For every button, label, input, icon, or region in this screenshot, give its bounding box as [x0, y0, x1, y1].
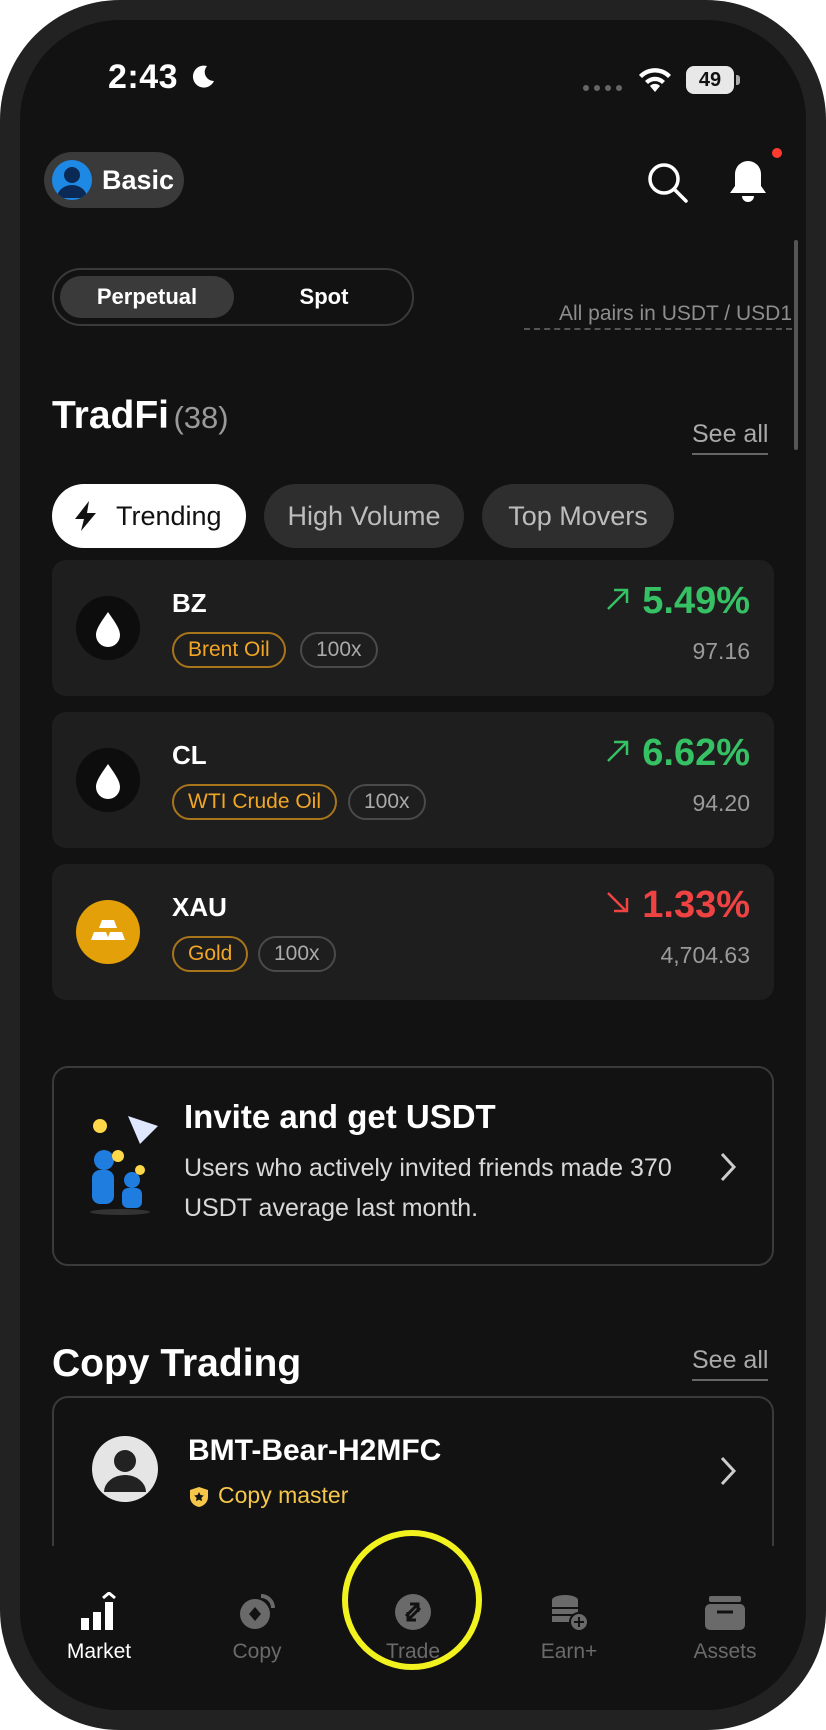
- tradfi-see-all-link[interactable]: See all: [692, 420, 769, 455]
- oil-drop-icon: [76, 596, 140, 660]
- bell-icon[interactable]: [726, 158, 770, 204]
- search-icon[interactable]: [645, 160, 689, 204]
- change-percent: 1.33%: [604, 884, 750, 927]
- chevron-right-icon: [720, 1152, 737, 1182]
- invite-title: Invite and get USDT: [184, 1098, 496, 1135]
- earn-coins-icon: [552, 1595, 589, 1632]
- account-level-button[interactable]: Basic: [44, 152, 184, 208]
- leverage-tag: 100x: [258, 936, 336, 972]
- tab-perpetual[interactable]: Perpetual: [60, 276, 234, 318]
- tradfi-count: (38): [173, 400, 229, 435]
- app-screen: 2:43 49 Basic Perpetual Spot All pairs i…: [20, 20, 806, 1710]
- nav-copy[interactable]: Copy: [202, 1592, 312, 1664]
- nav-earn-label: Earn+: [540, 1640, 598, 1663]
- trader-badge-label: Copy master: [218, 1482, 349, 1508]
- filter-trending[interactable]: Trending: [52, 484, 246, 548]
- notification-dot: [772, 148, 782, 158]
- nav-assets[interactable]: Assets: [670, 1592, 780, 1664]
- arrow-up-right-icon: [606, 588, 628, 610]
- price: 94.20: [692, 790, 750, 816]
- battery-level: 49: [698, 69, 722, 91]
- tab-spot[interactable]: Spot: [240, 276, 408, 318]
- symbol: XAU: [172, 892, 227, 922]
- change-value: 5.49%: [642, 580, 750, 622]
- trader-avatar-icon: [92, 1436, 158, 1502]
- nav-copy-label: Copy: [232, 1640, 282, 1663]
- copy-trading-title: Copy Trading: [52, 1342, 302, 1385]
- leverage-tag: 100x: [300, 632, 378, 668]
- copy-icon: [240, 1594, 275, 1629]
- trader-name: BMT-Bear-H2MFC: [188, 1434, 442, 1467]
- tradfi-heading: TradFi (38): [52, 394, 229, 438]
- gold-bars-icon: [76, 900, 140, 964]
- market-bars-icon: [81, 1592, 116, 1630]
- signal-dots-icon: [583, 85, 622, 91]
- arrow-up-right-icon: [606, 740, 628, 762]
- nav-earn[interactable]: Earn+: [514, 1592, 624, 1664]
- nav-market[interactable]: Market: [44, 1592, 154, 1664]
- pairs-note[interactable]: All pairs in USDT / USD1: [524, 302, 792, 330]
- invite-banner[interactable]: Invite and get USDT Users who actively i…: [52, 1066, 774, 1266]
- market-row[interactable]: XAU Gold 100x 1.33% 4,704.63: [52, 864, 774, 1000]
- oil-drop-icon: [76, 748, 140, 812]
- invite-illustration-icon: [90, 1116, 158, 1215]
- tradfi-title: TradFi: [52, 394, 170, 437]
- filter-trending-label: Trending: [116, 501, 222, 531]
- change-value: 1.33%: [642, 884, 750, 926]
- nav-assets-label: Assets: [693, 1640, 757, 1663]
- status-time: 2:43: [108, 58, 179, 96]
- arrow-down-right-icon: [606, 892, 628, 913]
- leverage-tag: 100x: [348, 784, 426, 820]
- copy-trading-see-all-link[interactable]: See all: [692, 1346, 769, 1381]
- chevron-right-icon: [720, 1456, 737, 1486]
- symbol: BZ: [172, 588, 207, 618]
- asset-name-tag: WTI Crude Oil: [172, 784, 338, 820]
- change-percent: 6.62%: [604, 732, 750, 775]
- price: 97.16: [692, 638, 750, 664]
- scrollbar[interactable]: [794, 240, 798, 450]
- change-percent: 5.49%: [604, 580, 750, 623]
- price: 4,704.63: [660, 942, 750, 968]
- wallet-icon: [705, 1596, 745, 1630]
- user-avatar-icon: [52, 160, 92, 200]
- invite-description: Users who actively invited friends made …: [184, 1154, 672, 1222]
- asset-name-tag: Gold: [172, 936, 249, 972]
- shield-star-icon: [190, 1487, 208, 1507]
- battery-icon: 49: [686, 66, 740, 94]
- change-value: 6.62%: [642, 732, 750, 774]
- moon-icon: [192, 65, 214, 88]
- lightning-icon: [75, 501, 96, 531]
- market-row[interactable]: CL WTI Crude Oil 100x 6.62% 94.20: [52, 712, 774, 848]
- wifi-icon: [639, 68, 671, 92]
- account-level-label: Basic: [102, 165, 175, 195]
- market-row[interactable]: BZ Brent Oil 100x 5.49% 97.16: [52, 560, 774, 696]
- filter-top-movers[interactable]: Top Movers: [482, 484, 674, 548]
- asset-name-tag: Brent Oil: [172, 632, 286, 668]
- phone-frame: 2:43 49 Basic Perpetual Spot All pairs i…: [0, 0, 826, 1730]
- market-type-toggle: Perpetual Spot: [52, 268, 414, 326]
- symbol: CL: [172, 740, 207, 770]
- nav-market-label: Market: [66, 1640, 132, 1663]
- filter-high-volume[interactable]: High Volume: [264, 484, 464, 548]
- trade-highlight-ring: [342, 1530, 482, 1670]
